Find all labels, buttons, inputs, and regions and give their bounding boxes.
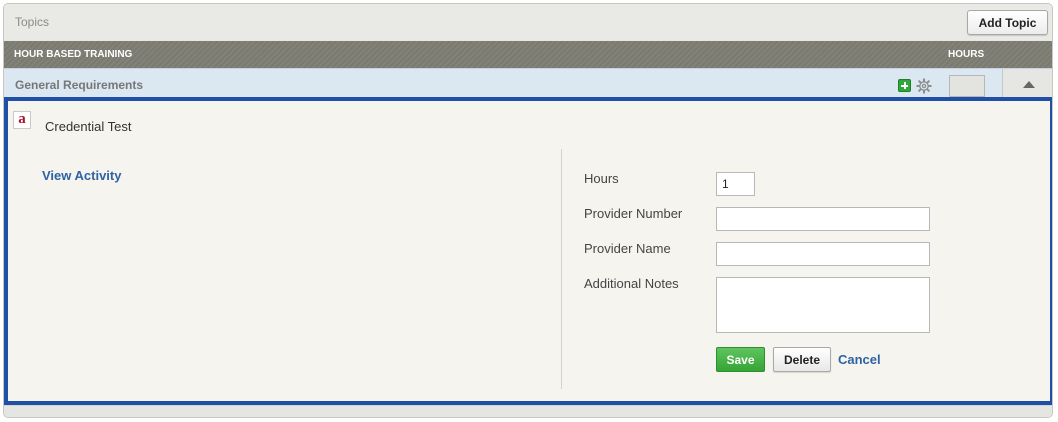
- requirement-title: General Requirements: [15, 78, 144, 92]
- provider-number-label: Provider Number: [584, 206, 683, 221]
- gear-icon[interactable]: [916, 78, 932, 94]
- panel-footer: [4, 405, 1052, 417]
- cancel-link[interactable]: Cancel: [838, 352, 881, 367]
- additional-notes-label: Additional Notes: [584, 276, 679, 291]
- hours-label: Hours: [584, 171, 619, 186]
- requirement-row[interactable]: General Requirements: [4, 68, 1052, 100]
- table-header: HOUR BASED TRAINING HOURS: [4, 41, 1052, 68]
- additional-notes-textarea[interactable]: [716, 277, 930, 333]
- activity-type-icon: a: [13, 111, 31, 129]
- form-divider: [561, 149, 562, 389]
- delete-button[interactable]: Delete: [773, 347, 831, 372]
- add-topic-button[interactable]: Add Topic: [967, 10, 1048, 35]
- activity-title: Credential Test: [45, 119, 132, 134]
- activity-editor: a Credential Test View Activity Hours Pr…: [4, 97, 1052, 405]
- topics-header: Topics Add Topic: [4, 4, 1052, 40]
- chevron-up-icon: [1023, 81, 1035, 88]
- hours-input[interactable]: [716, 172, 755, 196]
- requirement-hours-box: [949, 75, 985, 97]
- save-button[interactable]: Save: [716, 347, 765, 372]
- provider-name-label: Provider Name: [584, 241, 671, 256]
- hour-based-training-header: HOUR BASED TRAINING: [14, 49, 133, 60]
- topics-title: Topics: [15, 15, 50, 29]
- topics-panel: Topics Add Topic HOUR BASED TRAINING HOU…: [3, 3, 1053, 418]
- plus-icon[interactable]: [898, 79, 911, 92]
- collapse-toggle[interactable]: [1002, 69, 1052, 100]
- provider-name-input[interactable]: [716, 242, 930, 266]
- hours-header: HOURS: [948, 49, 985, 60]
- provider-number-input[interactable]: [716, 207, 930, 231]
- view-activity-link[interactable]: View Activity: [42, 168, 121, 183]
